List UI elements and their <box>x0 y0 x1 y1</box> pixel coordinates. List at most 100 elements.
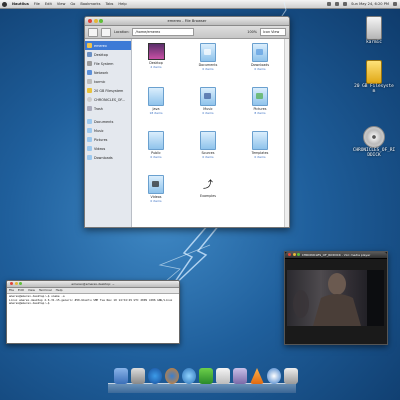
sidebar-item-20gb[interactable]: 20 GB Filesystem <box>85 86 131 95</box>
view-mode-select[interactable]: Icon View <box>260 28 286 36</box>
battery-icon[interactable] <box>343 2 348 6</box>
desktop-icon-label: 20 GB Filesystem <box>354 84 394 94</box>
sidebar-item-home[interactable]: emerex <box>85 41 131 50</box>
close-icon[interactable] <box>288 253 291 256</box>
forward-button[interactable] <box>101 27 111 37</box>
sidebar-item-filesystem[interactable]: File System <box>85 59 131 68</box>
close-icon[interactable] <box>10 282 13 285</box>
desktop-icon-20gb[interactable]: 20 GB Filesystem <box>354 60 394 94</box>
menu-view[interactable]: View <box>28 288 35 293</box>
network-icon[interactable] <box>327 2 332 6</box>
harddisk-icon <box>366 16 382 40</box>
menu-file[interactable]: File <box>9 288 14 293</box>
terminal-output[interactable]: emerex@emerex-desktop:~$ uname -a Linux e… <box>7 294 179 307</box>
downloads-folder-icon <box>252 43 268 62</box>
music-icon[interactable] <box>182 368 196 384</box>
apple-icon[interactable] <box>2 1 7 7</box>
menu-bookmarks[interactable]: Bookmarks <box>80 2 100 6</box>
sidebar-label: CHRONICLES_OF... <box>94 97 126 102</box>
file-item-downloads[interactable]: Downloads 0 items <box>240 43 280 71</box>
templates-folder-icon <box>252 131 268 150</box>
sidebar-item-cd[interactable]: CHRONICLES_OF... <box>85 95 131 104</box>
file-item-music[interactable]: Music 0 items <box>188 87 228 115</box>
pidgin-icon[interactable] <box>233 368 247 384</box>
menu-tabs[interactable]: Tabs <box>105 2 113 6</box>
sidebar-item-documents[interactable]: Documents <box>85 117 131 126</box>
maximize-icon[interactable] <box>297 253 300 256</box>
app-name[interactable]: Nautilus <box>12 2 29 6</box>
window-controls <box>288 253 300 256</box>
trash-icon <box>87 106 92 111</box>
home-icon <box>87 43 92 48</box>
file-count: 0 items <box>150 155 162 159</box>
file-item-videos[interactable]: Videos 0 items <box>136 175 176 203</box>
ie-icon[interactable] <box>148 368 162 384</box>
file-count: 2 items <box>150 65 162 69</box>
sidebar-item-network[interactable]: Network <box>85 68 131 77</box>
desktop-icon-label: CHRONICLES_OF_RIDDICK <box>352 148 396 158</box>
menu-help[interactable]: Help <box>56 288 63 293</box>
folder-icon <box>87 119 92 124</box>
mail-icon[interactable] <box>216 368 230 384</box>
minimize-icon[interactable] <box>14 282 18 285</box>
file-item-pictures[interactable]: Pictures 8 items <box>240 87 280 115</box>
back-button[interactable] <box>88 27 98 37</box>
sidebar-item-trash[interactable]: Trash <box>85 104 131 113</box>
minimize-icon[interactable] <box>292 253 296 256</box>
file-item-public[interactable]: Public 0 items <box>136 131 176 159</box>
sidebar-label: Videos <box>94 146 106 151</box>
kde-icon[interactable] <box>267 368 281 384</box>
video-titlebar[interactable]: CHRONICLES_OF_RIDDICK - VLC media player <box>285 252 387 259</box>
desktop-icon-cd[interactable]: CHRONICLES_OF_RIDDICK <box>352 126 396 158</box>
desktop-icon <box>87 52 92 57</box>
vertical-scrollbar[interactable] <box>284 39 289 227</box>
location-input[interactable]: /home/emerex <box>132 28 195 36</box>
clock[interactable]: Sun May 24, 6:20 PM <box>351 2 389 6</box>
menu-edit[interactable]: Edit <box>18 288 24 293</box>
sidebar-item-pictures[interactable]: Pictures <box>85 135 131 144</box>
file-item-desktop[interactable]: Desktop 2 items <box>136 43 176 69</box>
file-browser-titlebar[interactable]: emerex - File Browser <box>85 17 289 26</box>
menu-go[interactable]: Go <box>70 2 75 6</box>
file-count: 18 items <box>149 111 163 115</box>
terminal-line: emerex@emerex-desktop:~$ <box>9 301 52 306</box>
close-icon[interactable] <box>88 19 92 23</box>
sidebar-item-downloads[interactable]: Downloads <box>85 153 131 162</box>
sidebar-item-karmic[interactable]: karmic <box>85 77 131 86</box>
file-item-examples[interactable]: ⤴ Examples <box>188 179 228 198</box>
file-count: 0 items <box>254 155 266 159</box>
top-panel: Nautilus File Edit View Go Bookmarks Tab… <box>0 0 400 9</box>
desktop-icon-karmic[interactable]: karmic <box>354 16 394 45</box>
menu-edit[interactable]: Edit <box>45 2 52 6</box>
finder-icon[interactable] <box>114 368 128 384</box>
maximize-icon[interactable] <box>19 282 22 285</box>
sidebar-item-music[interactable]: Music <box>85 126 131 135</box>
volume-icon[interactable] <box>335 2 340 6</box>
sidebar-item-desktop[interactable]: Desktop <box>85 50 131 59</box>
trash-icon[interactable] <box>284 368 298 384</box>
file-item-documents[interactable]: Documents 0 items <box>188 43 228 71</box>
file-item-sources[interactable]: Sources 0 items <box>188 131 228 159</box>
terminal-titlebar[interactable]: emerex@emerex-desktop: ~ <box>7 281 179 288</box>
file-count: 0 items <box>150 199 162 203</box>
vlc-icon[interactable] <box>250 368 264 384</box>
video-frame[interactable] <box>287 270 384 326</box>
menu-terminal[interactable]: Terminal <box>39 288 52 293</box>
folder-icon <box>87 155 92 160</box>
menu-file[interactable]: File <box>34 2 40 6</box>
menu-view[interactable]: View <box>57 2 66 6</box>
window-title: emerex - File Browser <box>167 19 207 23</box>
firefox-icon[interactable] <box>165 368 179 384</box>
file-item-java[interactable]: Java 18 items <box>136 87 176 115</box>
vuze-icon[interactable] <box>199 368 213 384</box>
menu-help[interactable]: Help <box>118 2 126 6</box>
drive-icon <box>87 88 92 93</box>
minimize-icon[interactable] <box>93 19 98 23</box>
places-sidebar: emerex Desktop File System Network karmi… <box>85 39 132 227</box>
maximize-icon[interactable] <box>99 19 103 23</box>
sidebar-item-videos[interactable]: Videos <box>85 144 131 153</box>
zoom-level[interactable]: 100% <box>247 30 257 34</box>
file-item-templates[interactable]: Templates 0 items <box>240 131 280 159</box>
photos-icon[interactable] <box>131 368 145 384</box>
power-icon[interactable] <box>393 2 397 6</box>
